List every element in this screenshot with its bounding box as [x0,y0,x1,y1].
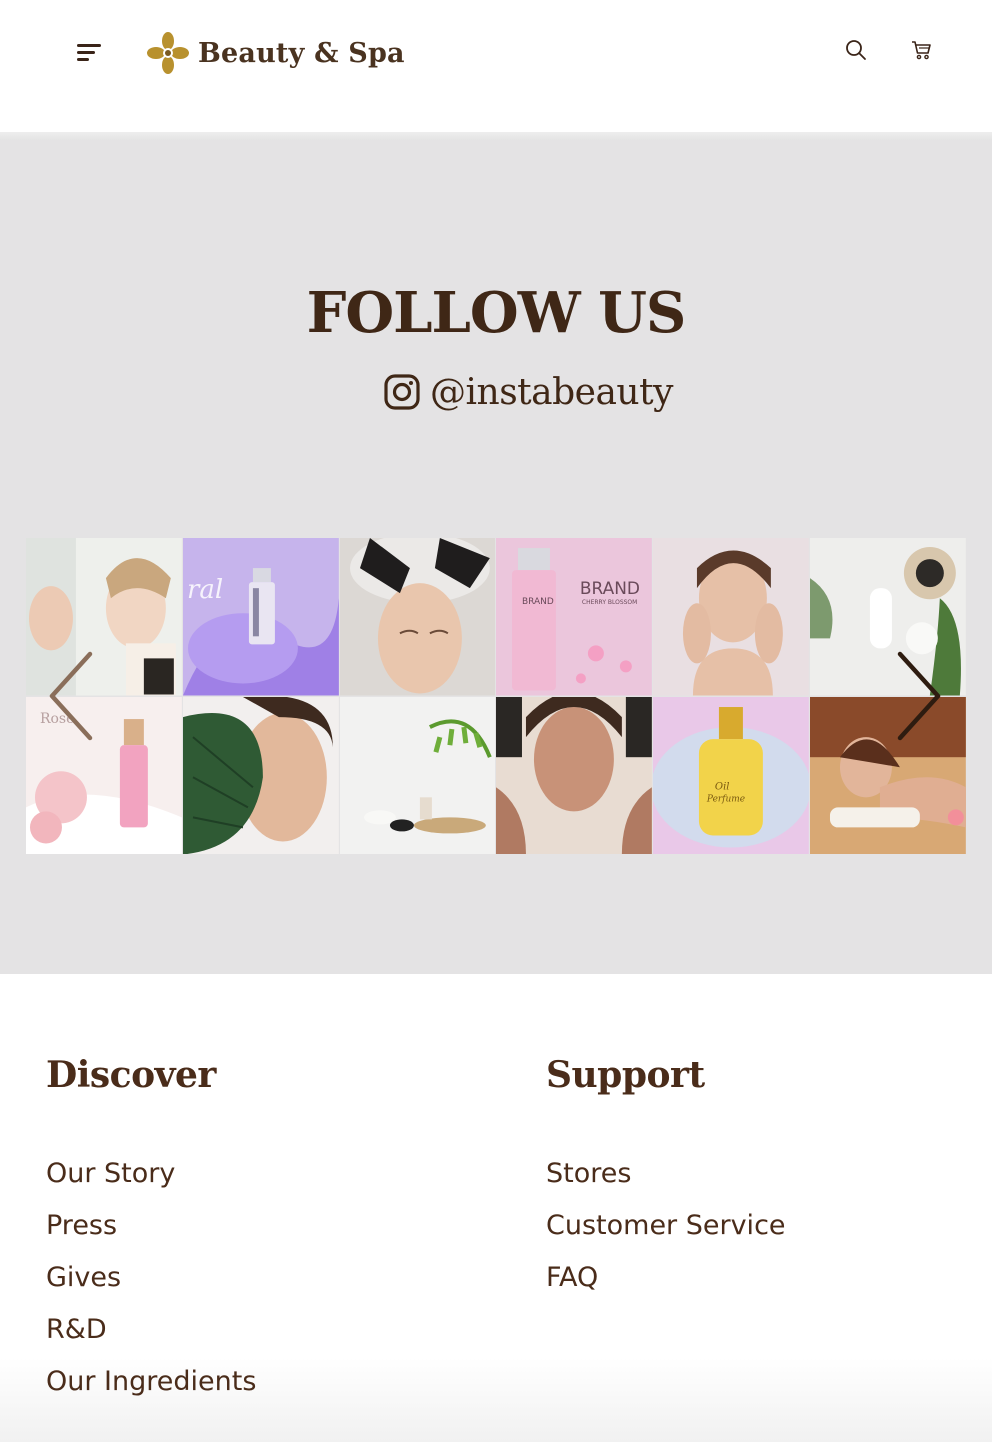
brand-logo[interactable]: Beauty & Spa [146,30,405,76]
search-button[interactable] [840,34,872,66]
support-heading: Support [546,1054,705,1096]
footer-link-stores[interactable]: Stores [546,1158,786,1210]
instagram-handle: @instabeauty [430,371,673,413]
header-divider [0,132,992,140]
flower-logo-icon [147,32,189,74]
instagram-gallery: ral BRAND BRAND CHERRY BLOSSOM Rose Oil … [26,538,966,854]
support-column: Support Stores Customer Service FAQ [546,1054,786,1314]
discover-links: Our Story Press Gives R&D Our Ingredient… [46,1158,256,1418]
footer-link-faq[interactable]: FAQ [546,1262,786,1314]
gallery-photo-leaf-face[interactable] [182,696,339,854]
svg-text:Perfume: Perfume [706,794,745,804]
gallery-next-arrow-icon[interactable] [894,648,944,744]
svg-text:BRAND: BRAND [580,579,640,599]
svg-text:ral: ral [187,575,223,605]
follow-us-section: FOLLOW US @instabeauty ral BRAND BRAND C… [0,140,992,974]
brand-name: Beauty & Spa [198,37,405,69]
support-links: Stores Customer Service FAQ [546,1158,786,1314]
follow-us-title: FOLLOW US [306,280,687,346]
gallery-prev-arrow-icon[interactable] [46,648,96,744]
discover-heading: Discover [46,1054,216,1096]
search-icon [846,40,866,60]
footer-link-our-story[interactable]: Our Story [46,1158,256,1210]
footer-link-r-and-d[interactable]: R&D [46,1314,256,1366]
site-header: Beauty & Spa [0,0,992,132]
footer-link-customer-service[interactable]: Customer Service [546,1210,786,1262]
svg-text:BRAND: BRAND [522,597,554,607]
footer-link-our-ingredients[interactable]: Our Ingredients [46,1366,256,1418]
cart-icon [912,41,931,60]
gallery-photo-spa-stones[interactable] [339,696,496,854]
menu-icon[interactable] [72,38,106,68]
gallery-photo-brand-cherry-blossom[interactable]: BRAND BRAND CHERRY BLOSSOM [496,538,653,696]
gallery-photo-purple-serum[interactable]: ral [182,538,339,696]
instagram-icon [384,374,420,410]
svg-text:CHERRY BLOSSOM: CHERRY BLOSSOM [582,599,637,606]
gallery-photo-oil-perfume[interactable]: Oil Perfume [653,696,810,854]
discover-column: Discover Our Story Press Gives R&D Our I… [46,1054,256,1418]
gallery-photo-brow-treatment[interactable] [339,538,496,696]
footer-link-press[interactable]: Press [46,1210,256,1262]
gallery-photo-face-massage[interactable] [496,696,653,854]
svg-text:Oil: Oil [715,781,730,792]
instagram-link[interactable]: @instabeauty [384,368,673,416]
footer-link-gives[interactable]: Gives [46,1262,256,1314]
cart-button[interactable] [906,34,938,66]
gallery-photo-woman-portrait[interactable] [653,538,810,696]
site-footer: Discover Our Story Press Gives R&D Our I… [0,974,992,1442]
